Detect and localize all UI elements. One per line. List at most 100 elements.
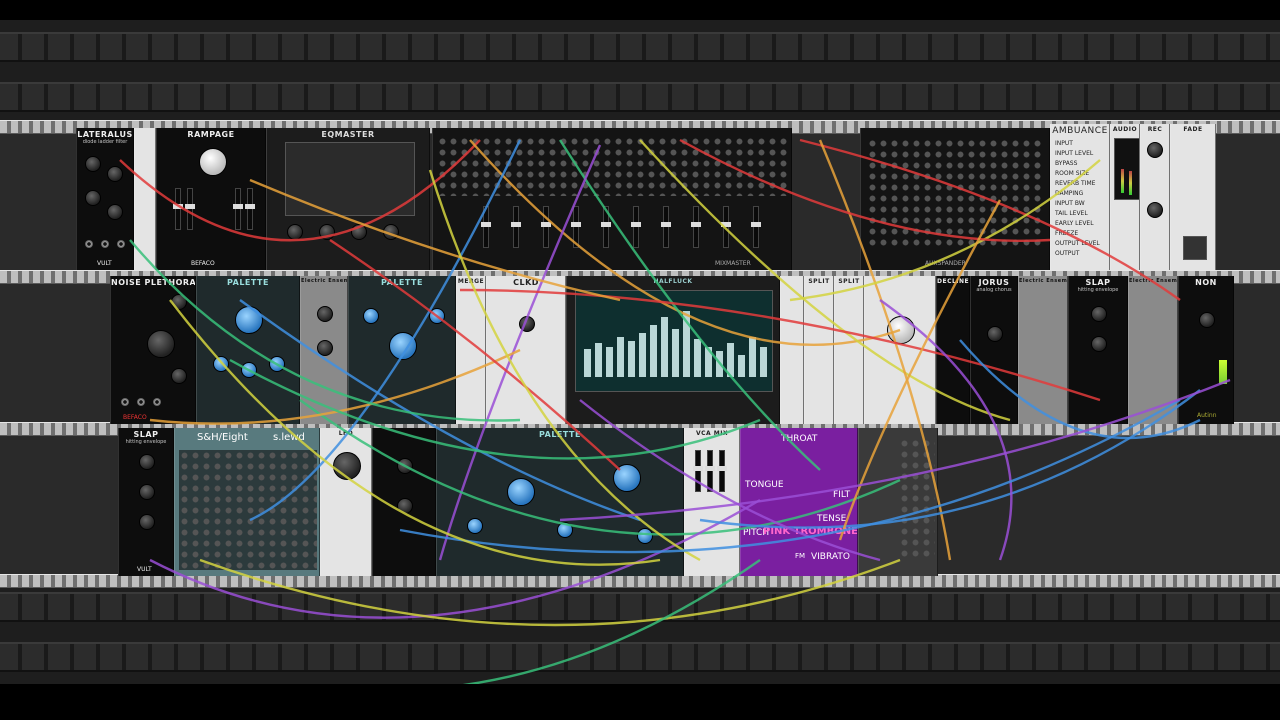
knob[interactable] — [287, 224, 303, 240]
fader[interactable] — [693, 450, 703, 492]
knob[interactable] — [85, 190, 101, 206]
knob[interactable] — [85, 156, 101, 172]
module-merge[interactable]: MERGE — [456, 276, 486, 424]
knob[interactable] — [319, 224, 335, 240]
start-stop-button[interactable] — [1183, 236, 1207, 260]
knob[interactable] — [199, 148, 227, 176]
module-generic[interactable] — [372, 428, 436, 576]
module-electric-ensemble[interactable]: Electric Ensemble — [1128, 276, 1178, 424]
knob[interactable] — [139, 484, 155, 500]
knob[interactable] — [519, 316, 535, 332]
jack-grid[interactable] — [867, 138, 1045, 248]
module-rampage[interactable]: RAMPAGE BEFACO — [156, 128, 266, 270]
knob[interactable] — [139, 514, 155, 530]
fader[interactable] — [173, 188, 183, 230]
knob[interactable] — [107, 204, 123, 220]
module-scope[interactable]: HALFLUCK — [566, 276, 780, 424]
module-palette[interactable]: PALETTE — [196, 276, 300, 424]
module-slap[interactable]: SLAP hitting envelope VULT — [118, 428, 174, 576]
knob[interactable] — [317, 306, 333, 322]
knob[interactable] — [637, 528, 653, 544]
knob[interactable] — [1091, 306, 1107, 322]
rack-canvas[interactable]: LATERALUS diode ladder filter VULT RAMPA… — [0, 0, 1280, 720]
module-lateralus[interactable]: LATERALUS diode ladder filter VULT — [76, 128, 134, 270]
module-audio[interactable]: AUDIO — [1110, 124, 1140, 270]
jack[interactable] — [85, 240, 93, 248]
knob[interactable] — [235, 306, 263, 334]
eq-display[interactable] — [285, 142, 415, 216]
spectrum-display[interactable] — [575, 290, 773, 392]
knob[interactable] — [351, 224, 367, 240]
module-lfo[interactable]: LFO — [320, 428, 372, 576]
module-split[interactable]: SPLIT — [834, 276, 864, 424]
jack-grid[interactable] — [899, 438, 935, 558]
module-electric-ensemble[interactable]: Electric Ensemble — [300, 276, 348, 424]
module-auxspander[interactable]: AUXSPANDER — [860, 128, 1050, 270]
knob[interactable] — [213, 356, 229, 372]
knob[interactable] — [269, 356, 285, 372]
module-palette[interactable]: PALETTE — [348, 276, 456, 424]
module-fade[interactable]: FADE — [1170, 124, 1216, 270]
knob[interactable] — [987, 326, 1003, 342]
jack[interactable] — [121, 398, 129, 406]
fader[interactable] — [601, 206, 611, 248]
module-rec[interactable]: REC — [1140, 124, 1170, 270]
module-eqmaster[interactable]: EQMASTER — [266, 128, 430, 270]
module-generic[interactable] — [858, 428, 938, 576]
fader[interactable] — [721, 206, 731, 248]
knob[interactable] — [397, 458, 413, 474]
module-slap[interactable]: SLAP hitting envelope — [1068, 276, 1128, 424]
fader[interactable] — [511, 206, 521, 248]
jack[interactable] — [137, 398, 145, 406]
fader[interactable] — [481, 206, 491, 248]
fader[interactable] — [705, 450, 715, 492]
knob[interactable] — [139, 454, 155, 470]
fader[interactable] — [751, 206, 761, 248]
module-generic[interactable] — [864, 276, 936, 424]
knob[interactable] — [1147, 202, 1163, 218]
module-jorus[interactable]: JORUS analog chorus — [970, 276, 1018, 424]
knob[interactable] — [241, 362, 257, 378]
knob[interactable] — [1199, 312, 1215, 328]
fader[interactable] — [245, 188, 255, 230]
fader[interactable] — [717, 450, 727, 492]
knob[interactable] — [171, 294, 187, 310]
knob[interactable] — [557, 522, 573, 538]
fader[interactable] — [233, 188, 243, 230]
fader[interactable] — [571, 206, 581, 248]
knob[interactable] — [613, 464, 641, 492]
knob[interactable] — [1147, 142, 1163, 158]
knob[interactable] — [171, 368, 187, 384]
knob[interactable] — [397, 498, 413, 514]
fader[interactable] — [631, 206, 641, 248]
module-vca-mix[interactable]: VCA MIX — [684, 428, 740, 576]
module-decline[interactable]: DECLINE — [936, 276, 970, 424]
knob[interactable] — [389, 332, 417, 360]
knob[interactable] — [1091, 336, 1107, 352]
jack[interactable] — [153, 398, 161, 406]
module-ambuance[interactable]: AMBUANCE INPUT INPUT LEVEL BYPASS ROOM S… — [1050, 124, 1110, 270]
module-pink-trombone[interactable]: THROAT TONGUE FILT TENSE VIBRATO PITCH F… — [740, 428, 858, 576]
module-noise-plethora[interactable]: NOISE PLETHORA BEFACO — [110, 276, 196, 424]
knob[interactable] — [429, 308, 445, 324]
knob[interactable] — [107, 166, 123, 182]
jack[interactable] — [117, 240, 125, 248]
knob[interactable] — [147, 330, 175, 358]
fader[interactable] — [185, 188, 195, 230]
fader[interactable] — [541, 206, 551, 248]
jack-grid[interactable] — [437, 136, 789, 196]
knob[interactable] — [887, 316, 915, 344]
knob[interactable] — [507, 478, 535, 506]
module-palette[interactable]: PALETTE — [436, 428, 684, 576]
knob[interactable] — [317, 340, 333, 356]
module-blank[interactable] — [134, 128, 156, 270]
knob[interactable] — [383, 224, 399, 240]
knob[interactable] — [467, 518, 483, 534]
module-non[interactable]: NON Autinn — [1178, 276, 1234, 424]
module-sh-eight[interactable]: S&H/Eight s.lewd — [174, 428, 320, 576]
module-electric-ensemble[interactable]: Electric Ensemble — [1018, 276, 1068, 424]
jack[interactable] — [101, 240, 109, 248]
module-split[interactable]: SPLIT — [804, 276, 834, 424]
module-blank[interactable] — [780, 276, 804, 424]
jack-grid[interactable] — [179, 450, 317, 570]
